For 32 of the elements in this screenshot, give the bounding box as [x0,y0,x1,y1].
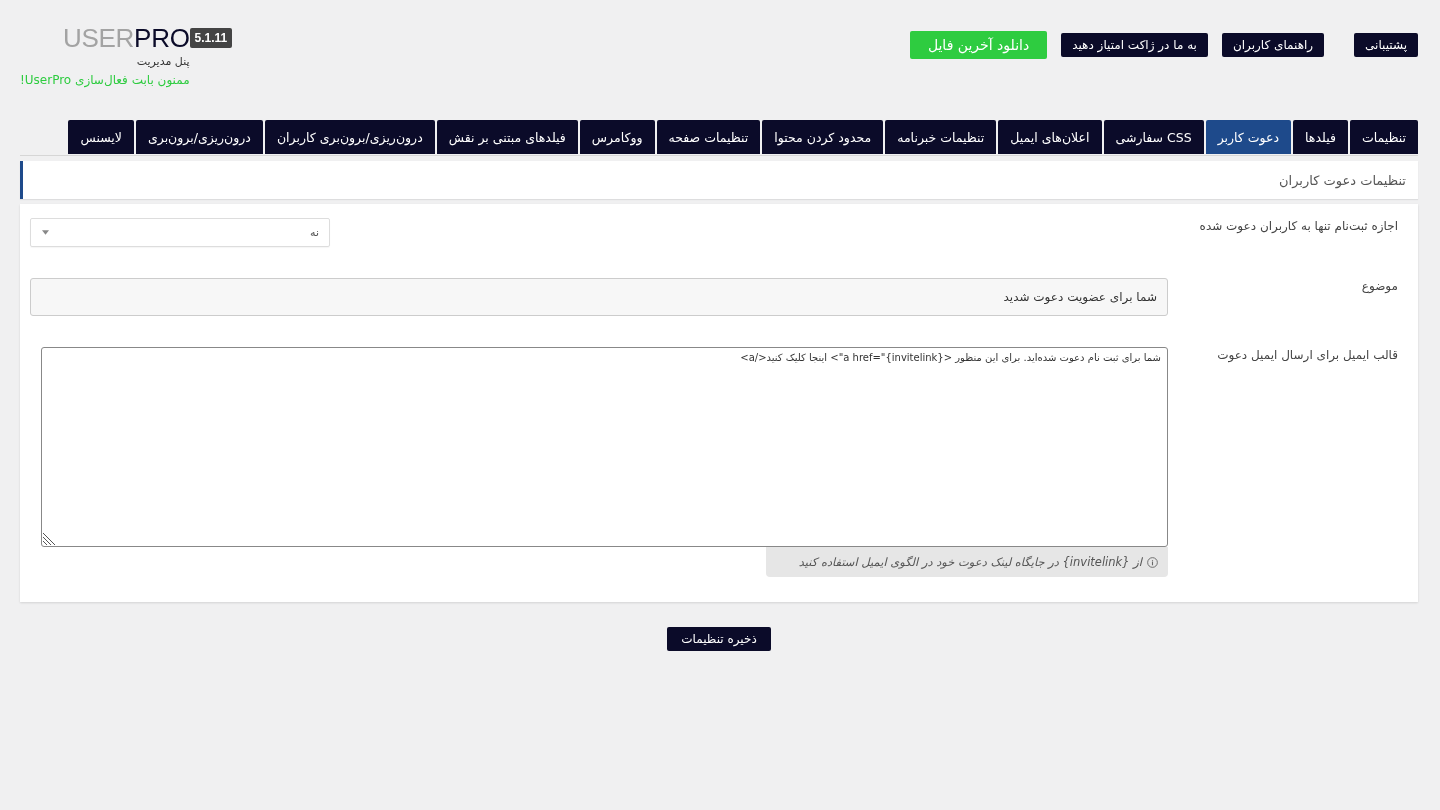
section-title: تنظیمات دعوت کاربران [1279,172,1406,188]
subject-input[interactable]: شما برای عضویت دعوت شدید [30,278,1168,316]
tab[interactable]: محدود کردن محتوا [762,120,884,154]
email-template-textarea[interactable]: شما برای ثبت نام دعوت شده‌اید. برای این منظور <a href="{invitelink}"> اینجا کلیک کنید</a> [41,347,1168,547]
header-link-button[interactable]: به ما در ژاکت امتیاز دهید [1061,33,1208,57]
tab[interactable]: فیلدهای مبتنی بر نقش [436,120,578,154]
info-icon [1147,556,1158,568]
version-badge: 5.1.11 [189,28,233,48]
tab[interactable]: تنظیمات صفحه [656,120,761,154]
select-field[interactable]: نه [30,218,330,247]
resize-grip-icon[interactable] [42,532,56,546]
tab[interactable]: تنظیمات [1349,120,1418,154]
save-button[interactable]: ذخیره تنظیمات [667,627,771,651]
field-label: اجازه ثبت‌نام تنها به کاربران دعوت شده [1198,218,1398,235]
hint-text: از {invitelink} در جایگاه لینک دعوت خود در الگوی ایمیل استفاده کنید [798,555,1142,569]
header-link-button[interactable]: پشتیبانی [1354,33,1418,57]
tab[interactable]: لایسنس [68,120,134,154]
tab[interactable]: ووکامرس [579,120,655,154]
tab[interactable]: درون‌ریزی/برون‌بری [135,120,263,154]
tab[interactable]: اعلان‌های ایمیل [998,120,1102,154]
field-label: موضوع [1360,278,1398,295]
caret-icon [42,230,49,235]
tab[interactable]: درون‌ریزی/برون‌بری کاربران [264,120,435,154]
tab[interactable]: تنظیمات خبرنامه [885,120,997,154]
logo-text: USERPRO [63,23,190,53]
tab[interactable]: CSS سفارشی [1103,120,1204,154]
field-label: قالب ایمیل برای ارسال ایمیل دعوت [1216,347,1398,365]
header-link-button[interactable]: راهنمای کاربران [1221,33,1325,57]
panel-subtitle: پنل مدیریت [136,55,190,68]
activation-notice: ممنون بابت فعال‌سازی UserPro! [20,73,190,87]
tab[interactable]: دعوت کاربر [1205,120,1292,154]
tab[interactable]: فیلدها [1293,120,1348,154]
